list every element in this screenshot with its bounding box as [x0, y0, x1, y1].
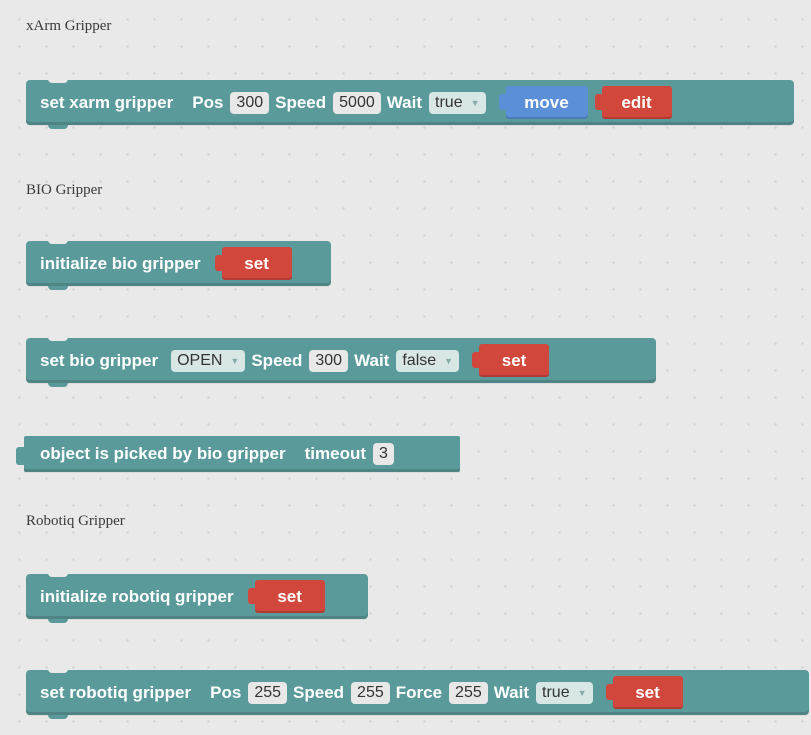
set-button[interactable]: set: [472, 344, 550, 377]
speed-label: Speed: [251, 350, 303, 370]
set-button-label: set: [277, 586, 302, 606]
section-label-xarm: xArm Gripper: [26, 18, 112, 34]
triangle-down-icon: ▼: [230, 355, 240, 366]
wait-label: Wait: [493, 682, 530, 702]
set-button[interactable]: set: [214, 247, 292, 280]
timeout-label: timeout: [304, 444, 366, 463]
block-label: initialize robotiq gripper: [40, 586, 234, 606]
triangle-down-icon: ▼: [470, 97, 480, 108]
wait-dropdown[interactable]: true ▼: [429, 91, 486, 114]
timeout-field[interactable]: 3: [373, 443, 394, 465]
connector-tab: [472, 352, 481, 368]
wait-label: Wait: [386, 92, 423, 112]
initialize-robotiq-gripper-block[interactable]: initialize robotiq gripper set: [26, 573, 368, 623]
block-label: set bio gripper: [40, 350, 159, 370]
connector-tab: [594, 94, 603, 110]
connector-tab: [247, 588, 256, 604]
object-picked-bio-block[interactable]: object is picked by bio gripper timeout …: [16, 436, 460, 472]
pos-field[interactable]: 255: [248, 681, 288, 704]
set-bio-gripper-block[interactable]: set bio gripper OPEN ▼ Speed 300 Wait fal…: [26, 337, 656, 387]
pos-label: Pos: [210, 682, 242, 702]
wait-dropdown-value: true: [542, 683, 570, 701]
set-button[interactable]: set: [605, 676, 683, 709]
speed-field[interactable]: 255: [351, 681, 390, 704]
state-dropdown-value: OPEN: [177, 351, 223, 369]
set-xarm-gripper-block[interactable]: set xarm gripper Pos 300 Speed 5000 Wait…: [26, 79, 794, 129]
connector-tab: [605, 684, 614, 700]
section-label-robotiq: Robotiq Gripper: [26, 513, 125, 529]
output-connector: [16, 447, 25, 465]
wait-dropdown-value: true: [435, 93, 463, 111]
block-label: set robotiq gripper: [40, 682, 192, 702]
set-robotiq-gripper-block[interactable]: set robotiq gripper Pos 255 Speed 255 Fo…: [26, 669, 809, 719]
move-button[interactable]: move: [498, 86, 588, 119]
force-field[interactable]: 255: [449, 681, 488, 704]
pos-label: Pos: [192, 92, 224, 112]
section-label-bio: BIO Gripper: [26, 182, 103, 198]
wait-dropdown-value: false: [402, 351, 437, 369]
set-button-label: set: [635, 682, 660, 702]
set-button-label: set: [244, 253, 269, 273]
wait-label: Wait: [354, 350, 390, 370]
connector-tab: [498, 94, 507, 110]
state-dropdown[interactable]: OPEN ▼: [171, 349, 246, 372]
pos-field[interactable]: 300: [230, 91, 270, 114]
edit-button-label: edit: [621, 92, 652, 112]
wait-dropdown[interactable]: true ▼: [536, 681, 593, 704]
move-button-label: move: [524, 92, 569, 112]
initialize-bio-gripper-block[interactable]: initialize bio gripper set: [26, 240, 331, 290]
block-label: object is picked by bio gripper: [40, 444, 286, 463]
wait-dropdown[interactable]: false ▼: [396, 349, 460, 372]
block-label: initialize bio gripper: [40, 253, 201, 273]
speed-label: Speed: [275, 92, 327, 112]
force-label: Force: [395, 682, 443, 702]
set-button-label: set: [501, 350, 527, 370]
speed-field[interactable]: 5000: [333, 91, 381, 114]
block-label: set xarm gripper: [40, 92, 174, 112]
speed-field[interactable]: 300: [309, 349, 349, 372]
edit-button[interactable]: edit: [594, 86, 672, 119]
triangle-down-icon: ▼: [444, 355, 454, 366]
speed-label: Speed: [293, 682, 345, 702]
connector-tab: [214, 255, 223, 271]
set-button[interactable]: set: [247, 580, 325, 613]
triangle-down-icon: ▼: [577, 687, 587, 698]
